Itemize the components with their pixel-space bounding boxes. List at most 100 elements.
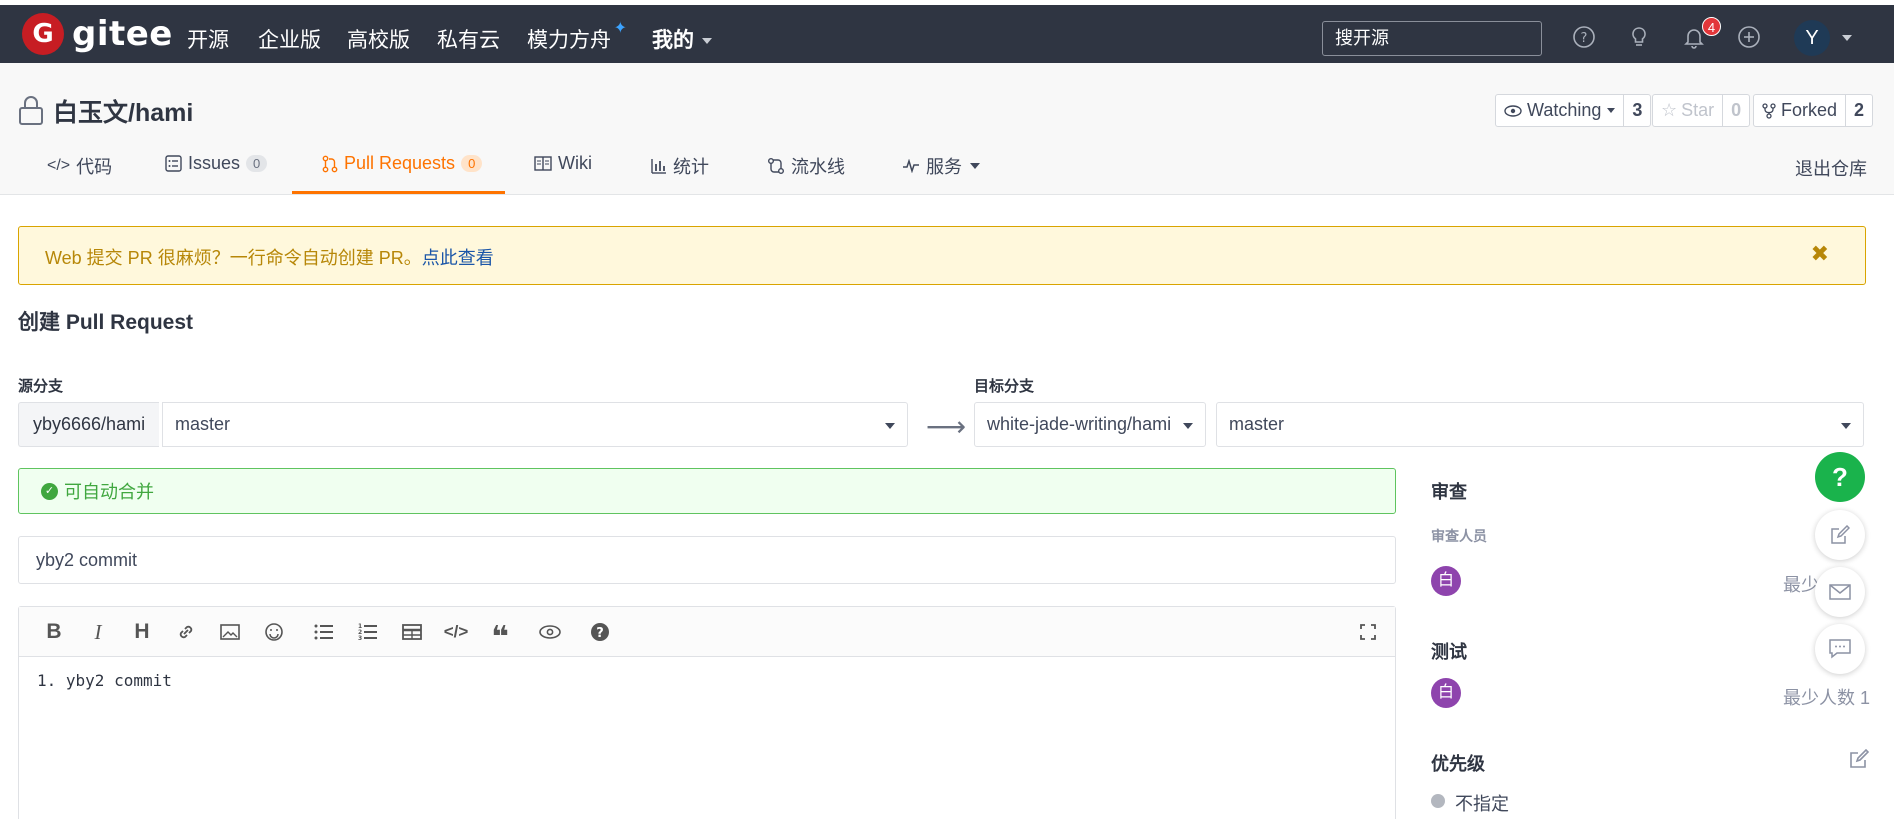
- close-icon[interactable]: ✖: [1811, 241, 1829, 267]
- nav-item-private-cloud[interactable]: 私有云: [437, 24, 500, 54]
- star-count[interactable]: 0: [1722, 95, 1749, 126]
- edit-note-icon: [1831, 525, 1850, 544]
- code-icon: </>: [47, 157, 71, 174]
- quit-repo-link[interactable]: 退出仓库: [1795, 155, 1867, 181]
- repo-header: 白玉文/hami Watching 3 ☆ Star 0 Forked 2 </…: [0, 63, 1894, 195]
- preview-eye-icon[interactable]: [537, 619, 563, 645]
- test-section-title: 测试: [1431, 642, 1467, 662]
- tab-issues-label: Issues: [188, 153, 241, 173]
- tab-pull-requests[interactable]: Pull Requests 0: [322, 153, 483, 174]
- fork-button[interactable]: Forked 2: [1753, 94, 1874, 127]
- star-button[interactable]: ☆ Star 0: [1652, 94, 1751, 127]
- target-branch-label: 目标分支: [974, 378, 1035, 395]
- reviewer-label: 审查人员: [1431, 528, 1487, 544]
- heading-icon[interactable]: H: [129, 619, 155, 645]
- target-repo-select[interactable]: white-jade-writing/hami: [974, 402, 1206, 447]
- edit-icon[interactable]: [1849, 749, 1869, 769]
- help-circle-icon[interactable]: ?: [587, 619, 613, 645]
- bar-chart-icon: [651, 159, 666, 174]
- editor-content[interactable]: 1. yby2 commit: [19, 657, 1395, 704]
- image-icon[interactable]: [217, 619, 243, 645]
- nav-item-moli-label: 模力方舟: [527, 29, 611, 52]
- code-block-icon[interactable]: </>: [443, 619, 469, 645]
- user-menu-chevron-icon[interactable]: [1842, 35, 1852, 41]
- notification-badge: 4: [1702, 17, 1721, 36]
- tester-min-count: 最少人数 1: [1783, 688, 1871, 708]
- svg-text:?: ?: [1581, 31, 1588, 46]
- markdown-editor: B I H 123 </> ❝ ? 1. yby2 commit: [18, 606, 1396, 819]
- svg-text:?: ?: [596, 626, 604, 641]
- chevron-down-icon: [970, 163, 980, 169]
- fork-icon: [1762, 102, 1776, 119]
- nav-item-education[interactable]: 高校版: [347, 24, 410, 54]
- fullscreen-icon[interactable]: [1355, 619, 1381, 645]
- chevron-down-icon: [702, 38, 712, 45]
- repo-title[interactable]: 白玉文/hami: [53, 93, 193, 129]
- bold-icon[interactable]: B: [41, 619, 67, 645]
- pull-request-icon: [322, 155, 338, 172]
- help-float-button[interactable]: ?: [1815, 452, 1865, 502]
- lightbulb-icon[interactable]: [1627, 25, 1651, 49]
- logo-mark-icon: G: [22, 13, 64, 55]
- source-branch-select[interactable]: master: [162, 402, 908, 447]
- bullet-list-icon[interactable]: [311, 619, 337, 645]
- check-circle-icon: ✓: [41, 482, 58, 500]
- lock-icon: [19, 96, 43, 125]
- quote-icon[interactable]: ❝: [487, 619, 513, 654]
- tab-issues[interactable]: Issues 0: [165, 153, 268, 174]
- target-repo-value: white-jade-writing/hami: [987, 414, 1172, 434]
- tab-pull-requests-count: 0: [461, 155, 483, 172]
- gitee-logo[interactable]: G gitee: [22, 13, 173, 55]
- svg-text:3: 3: [358, 635, 362, 641]
- tab-code-label: 代码: [76, 157, 113, 177]
- tester-avatar[interactable]: 白: [1431, 678, 1461, 708]
- logo-text: gitee: [72, 14, 173, 54]
- source-repo: yby6666/hami: [18, 402, 160, 447]
- tab-pipeline[interactable]: 流水线: [767, 153, 845, 179]
- priority-value[interactable]: 不指定: [1455, 790, 1509, 816]
- tab-code[interactable]: </> 代码: [47, 153, 112, 179]
- top-navbar: G gitee 开源 企业版 高校版 私有云 模力方舟 ✦ 我的 ? 4 Y: [0, 5, 1894, 63]
- nav-item-moli[interactable]: 模力方舟 ✦: [527, 20, 627, 54]
- numbered-list-icon[interactable]: 123: [355, 619, 381, 645]
- emoji-icon[interactable]: [261, 619, 287, 645]
- fork-count[interactable]: 2: [1845, 95, 1872, 126]
- alert-link[interactable]: 点此查看: [422, 248, 494, 268]
- link-icon[interactable]: [173, 619, 199, 645]
- italic-icon[interactable]: I: [85, 619, 111, 645]
- add-circle-icon[interactable]: [1737, 25, 1761, 49]
- reviewer-avatar[interactable]: 白: [1431, 566, 1461, 596]
- target-branch-select[interactable]: master: [1216, 402, 1864, 447]
- book-icon: [534, 156, 552, 171]
- pr-title-input[interactable]: [18, 536, 1396, 584]
- tab-wiki[interactable]: Wiki: [534, 153, 592, 174]
- cli-tip-alert: Web 提交 PR 很麻烦？一行命令自动创建 PR。点此查看 ✖: [18, 226, 1866, 285]
- tab-pipeline-label: 流水线: [791, 157, 845, 177]
- chevron-down-icon: [885, 423, 895, 429]
- merge-status-banner: ✓ 可自动合并: [18, 468, 1396, 514]
- arrow-right-icon: ⟶: [926, 411, 967, 442]
- search-input[interactable]: [1322, 21, 1542, 56]
- feedback-float-button[interactable]: [1815, 510, 1865, 560]
- star-label: Star: [1681, 100, 1715, 120]
- watch-count[interactable]: 3: [1623, 95, 1650, 126]
- star-icon: ☆: [1661, 100, 1678, 120]
- mail-float-button[interactable]: [1815, 567, 1865, 617]
- nav-item-enterprise[interactable]: 企业版: [258, 24, 321, 54]
- nav-item-mine-label: 我的: [652, 29, 694, 52]
- pipeline-icon: [768, 158, 784, 174]
- nav-item-mine[interactable]: 我的: [652, 24, 712, 54]
- help-icon[interactable]: ?: [1572, 25, 1596, 49]
- tab-services[interactable]: 服务: [902, 153, 980, 179]
- nav-item-open-source[interactable]: 开源: [187, 24, 229, 54]
- reviewer-min-count: 最少人数 1: [1783, 575, 1818, 595]
- watch-button[interactable]: Watching 3: [1495, 94, 1652, 127]
- user-avatar[interactable]: Y: [1794, 20, 1830, 56]
- chat-float-button[interactable]: [1815, 624, 1865, 674]
- priority-dot-icon: [1431, 794, 1445, 808]
- pulse-icon: [903, 159, 919, 173]
- table-icon[interactable]: [399, 619, 425, 645]
- tab-stats[interactable]: 统计: [651, 153, 709, 179]
- chevron-down-icon: [1183, 423, 1193, 429]
- tab-wiki-label: Wiki: [558, 153, 592, 173]
